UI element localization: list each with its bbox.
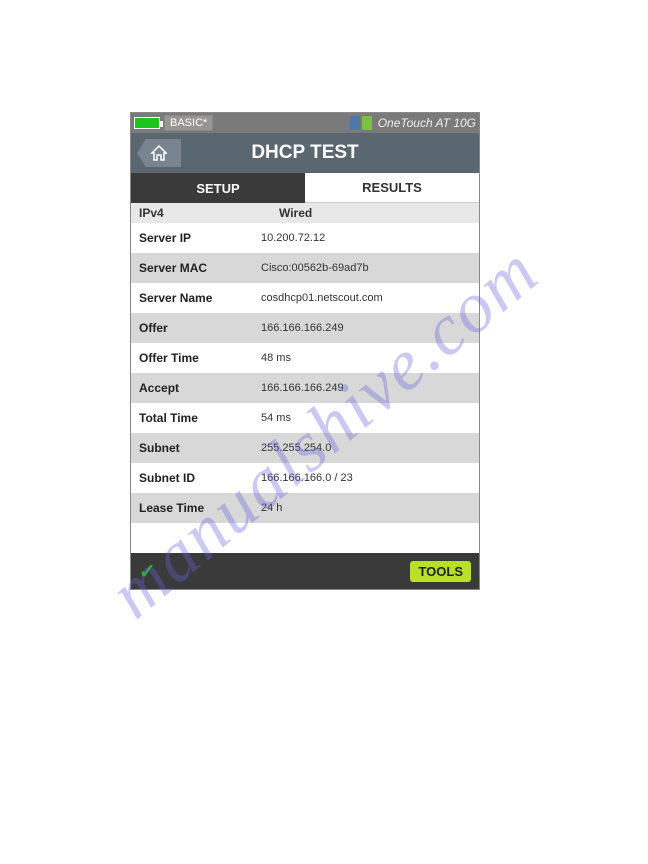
home-icon xyxy=(150,145,168,161)
row-label: Subnet xyxy=(139,441,249,455)
status-bar: BASIC* OneTouch AT 10G xyxy=(131,113,479,133)
row-value: cosdhcp01.netscout.com xyxy=(249,292,471,304)
battery-icon xyxy=(134,117,160,129)
row-value: 10.200.72.12 xyxy=(249,232,471,244)
row-label: Lease Time xyxy=(139,501,249,515)
data-row: Subnet255.255.254.0 xyxy=(131,433,479,463)
device-icon xyxy=(362,116,372,130)
header-ipv4: IPv4 xyxy=(139,206,249,220)
data-row: Server IP10.200.72.12 xyxy=(131,223,479,253)
status-icons xyxy=(350,116,372,130)
data-row xyxy=(131,523,479,553)
product-name: OneTouch AT 10G xyxy=(378,116,476,130)
mode-label: BASIC* xyxy=(164,115,213,131)
tab-bar: SETUP RESULTS xyxy=(131,173,479,203)
column-header: IPv4 Wired xyxy=(131,203,479,223)
tab-results[interactable]: RESULTS xyxy=(305,173,479,203)
row-value: 166.166.166.0 / 23 xyxy=(249,472,471,484)
data-row: Lease Time24 h xyxy=(131,493,479,523)
row-value: 54 ms xyxy=(249,412,471,424)
data-row: Total Time54 ms xyxy=(131,403,479,433)
row-value: 166.166.166.249 xyxy=(249,382,471,394)
row-label: Offer Time xyxy=(139,351,249,365)
row-label: Total Time xyxy=(139,411,249,425)
tools-button[interactable]: TOOLS xyxy=(410,561,471,582)
home-button[interactable] xyxy=(137,139,181,167)
page-title: DHCP TEST xyxy=(131,142,479,164)
check-icon: ✓ xyxy=(139,559,156,584)
row-value: 166.166.166.249 xyxy=(249,322,471,334)
data-row: Offer166.166.166.249 xyxy=(131,313,479,343)
row-label: Accept xyxy=(139,381,249,395)
data-row: Server MACCisco:00562b-69ad7b xyxy=(131,253,479,283)
row-value: 48 ms xyxy=(249,352,471,364)
title-bar: DHCP TEST xyxy=(131,133,479,173)
row-label: Server IP xyxy=(139,231,249,245)
row-label: Server Name xyxy=(139,291,249,305)
data-row: Subnet ID166.166.166.0 / 23 xyxy=(131,463,479,493)
data-row: Accept166.166.166.249 xyxy=(131,373,479,403)
row-value: 255.255.254.0 xyxy=(249,442,471,454)
results-content: IPv4 Wired Server IP10.200.72.12Server M… xyxy=(131,203,479,553)
tab-setup[interactable]: SETUP xyxy=(131,173,305,203)
row-label: Offer xyxy=(139,321,249,335)
row-label: Server MAC xyxy=(139,261,249,275)
bottom-bar: ✓ TOOLS xyxy=(131,553,479,589)
row-label: Subnet ID xyxy=(139,471,249,485)
row-value: Cisco:00562b-69ad7b xyxy=(249,262,471,274)
data-row: Server Namecosdhcp01.netscout.com xyxy=(131,283,479,313)
data-row: Offer Time48 ms xyxy=(131,343,479,373)
header-wired: Wired xyxy=(249,206,471,220)
device-screen: BASIC* OneTouch AT 10G DHCP TEST SETUP R… xyxy=(130,112,480,590)
monitor-icon xyxy=(350,116,360,130)
row-value: 24 h xyxy=(249,502,471,514)
